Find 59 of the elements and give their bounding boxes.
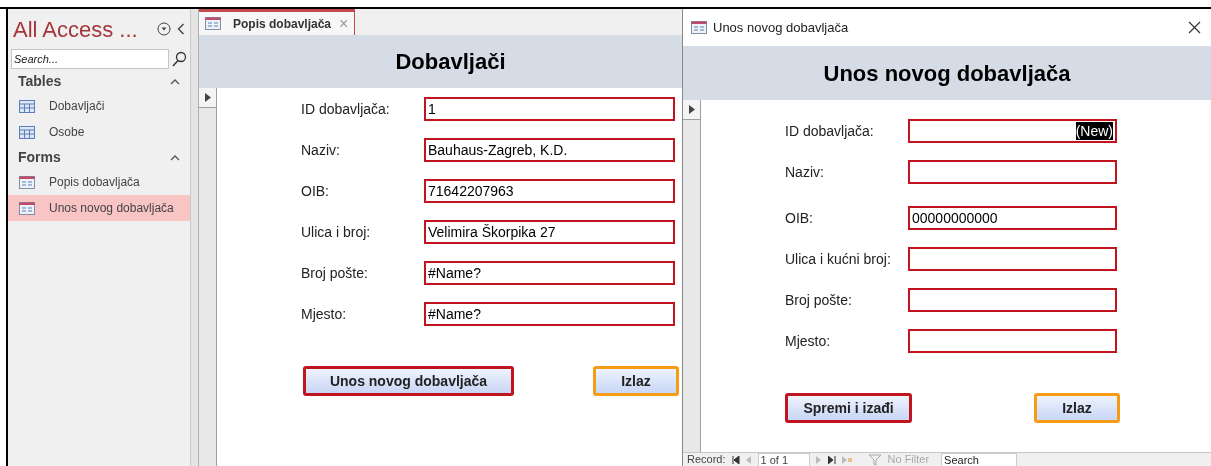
chevron-up-icon[interactable] [170, 78, 180, 85]
field-label: ID dobavljača: [785, 121, 875, 141]
table-icon [19, 99, 35, 113]
record-position-field[interactable]: 1 of 1 [757, 453, 810, 466]
record-selector-icon[interactable] [204, 93, 211, 102]
form-button[interactable]: Izlaz [1034, 393, 1120, 423]
field-label: Ulica i kućni broj: [785, 249, 892, 269]
input-field[interactable] [908, 288, 1117, 312]
nav-item[interactable]: Popis dobavljača [8, 169, 190, 195]
input-field[interactable]: (New) [908, 119, 1117, 143]
input-field[interactable]: 71642207963 [424, 179, 675, 203]
form-header: Dobavljači [395, 48, 506, 76]
nav-pane-title: All Access ... [13, 15, 138, 44]
chevron-up-icon[interactable] [170, 154, 180, 161]
form-button[interactable]: Izlaz [593, 366, 679, 396]
first-record-icon[interactable] [731, 455, 740, 464]
document-tab-label[interactable]: Popis dobavljača [233, 14, 332, 33]
form-icon [19, 201, 35, 215]
input-field[interactable]: #Name? [424, 261, 675, 285]
nav-item[interactable]: Unos novog dobavljača [8, 195, 190, 221]
form-header: Unos novog dobavljača [823, 59, 1071, 88]
form-icon [205, 17, 221, 30]
form-button[interactable]: Unos novog dobavljača [303, 366, 514, 396]
nav-group-header[interactable]: Tables [18, 71, 62, 92]
field-label: Naziv: [301, 140, 341, 160]
table-icon [19, 125, 35, 139]
search-field[interactable]: Search [941, 453, 1018, 466]
record-label: Record: [687, 453, 726, 466]
search-field[interactable]: Search... [11, 49, 169, 69]
nav-group-header[interactable]: Forms [18, 147, 61, 168]
search-icon[interactable] [171, 51, 187, 67]
window-title: Unos novog dobavljača [713, 18, 849, 37]
field-label: Mjesto: [785, 331, 832, 351]
form-icon [691, 21, 707, 34]
input-field[interactable]: #Name? [424, 302, 675, 326]
input-field[interactable] [908, 160, 1117, 184]
field-label: ID dobavljača: [301, 99, 391, 119]
close-icon[interactable] [1188, 21, 1201, 34]
record-selector-icon[interactable] [688, 105, 695, 114]
field-label: Naziv: [785, 162, 825, 182]
field-label: Broj pošte: [301, 263, 369, 283]
last-record-icon[interactable] [827, 455, 836, 464]
field-label: Mjesto: [301, 304, 348, 324]
input-field[interactable]: 00000000000 [908, 206, 1117, 230]
input-field[interactable] [908, 329, 1117, 353]
field-label: Ulica i broj: [301, 222, 372, 242]
collapse-chevron-icon[interactable] [177, 23, 185, 35]
form-icon [19, 175, 35, 189]
input-field[interactable]: 1 [424, 97, 675, 121]
field-label: Broj pošte: [785, 290, 853, 310]
nav-item[interactable]: Dobavljači [8, 93, 190, 119]
nav-item[interactable]: Osobe [8, 119, 190, 145]
input-field[interactable] [908, 247, 1117, 271]
field-label: OIB: [785, 208, 814, 228]
input-field[interactable]: Velimira Škorpika 27 [424, 220, 675, 244]
dropdown-circle-icon[interactable] [157, 22, 171, 36]
input-field[interactable]: Bauhaus-Zagreb, K.D. [424, 138, 675, 162]
form-button[interactable]: Spremi i izađi [785, 393, 912, 423]
field-label: OIB: [301, 181, 330, 201]
